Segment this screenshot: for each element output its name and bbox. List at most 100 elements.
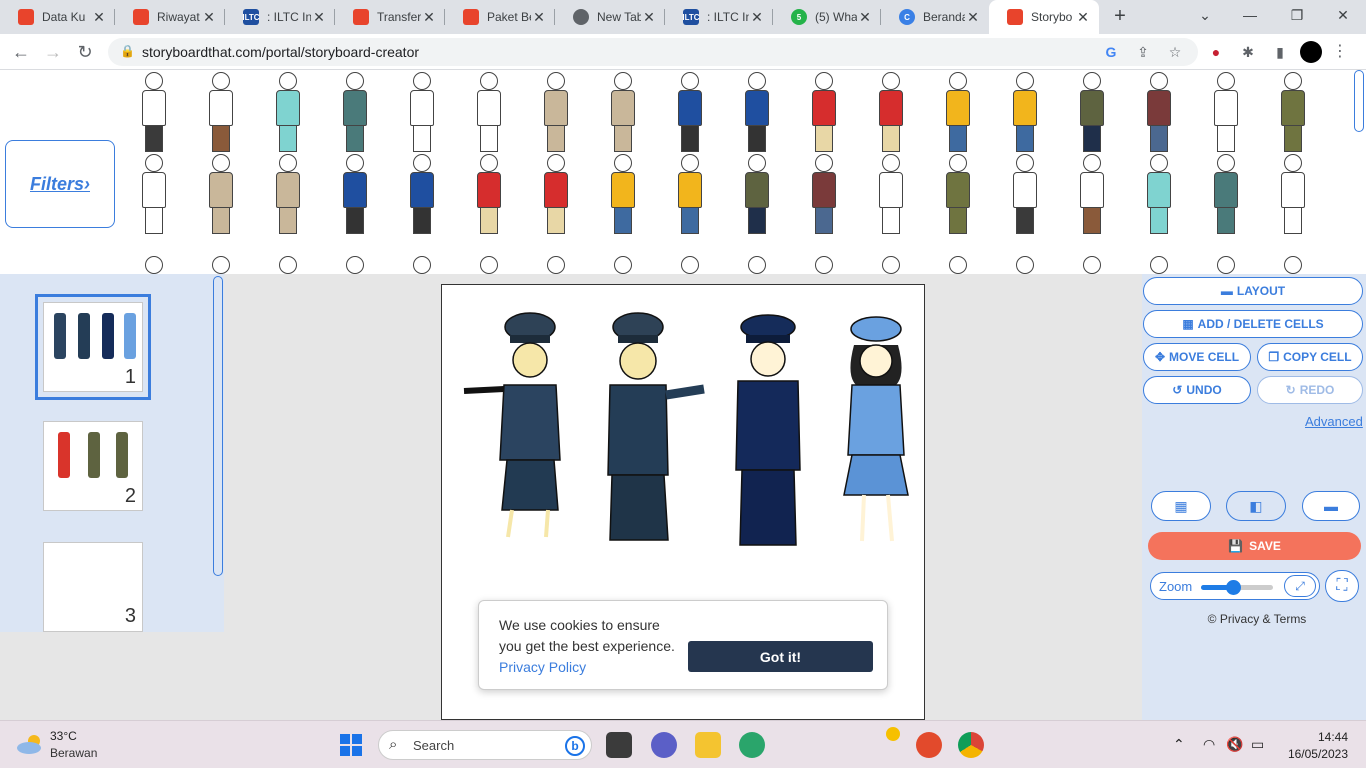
taskbar-search[interactable]: ⌕ Search b bbox=[378, 730, 592, 760]
library-character[interactable] bbox=[1212, 72, 1240, 152]
cell-thumbnail-3[interactable]: 3 bbox=[43, 542, 143, 632]
library-character[interactable] bbox=[341, 154, 369, 234]
privacy-terms-link[interactable]: © Privacy & Terms bbox=[1142, 612, 1366, 626]
library-character[interactable] bbox=[1145, 72, 1173, 152]
edge-browser-icon[interactable] bbox=[739, 732, 765, 758]
thumbnail-scrollbar[interactable] bbox=[213, 276, 223, 576]
new-tab-plus-icon[interactable]: + bbox=[1108, 5, 1132, 29]
task-view-icon[interactable] bbox=[606, 732, 632, 758]
chrome-taskbar-icon[interactable] bbox=[958, 732, 984, 758]
library-character[interactable] bbox=[609, 256, 637, 274]
close-icon[interactable]: ✕ bbox=[1075, 9, 1091, 26]
minimize-icon[interactable]: — bbox=[1235, 4, 1265, 26]
browser-tab[interactable]: Paket Be ✕ bbox=[445, 0, 555, 34]
zoom-slider-track[interactable] bbox=[1201, 580, 1273, 595]
library-character[interactable] bbox=[743, 256, 771, 274]
close-icon[interactable]: ✕ bbox=[641, 9, 657, 26]
library-character[interactable] bbox=[877, 72, 905, 152]
browser-tab[interactable]: Data Ku ✕ bbox=[0, 0, 115, 34]
library-character[interactable] bbox=[1212, 154, 1240, 234]
tab-search-chevron-icon[interactable]: ⌄ bbox=[1190, 4, 1220, 26]
browser-tab[interactable]: C Beranda ✕ bbox=[881, 0, 989, 34]
puzzle-extensions-icon[interactable]: ✱ bbox=[1238, 42, 1258, 62]
library-character[interactable] bbox=[475, 256, 503, 274]
library-character[interactable] bbox=[1078, 256, 1106, 274]
battery-icon[interactable]: ▭ bbox=[1251, 736, 1264, 753]
library-character[interactable] bbox=[810, 256, 838, 274]
privacy-policy-link[interactable]: Privacy Policy bbox=[499, 659, 586, 675]
library-character[interactable] bbox=[676, 72, 704, 152]
library-character[interactable] bbox=[341, 256, 369, 274]
library-character[interactable] bbox=[877, 256, 905, 274]
volume-muted-icon[interactable]: 🔇 bbox=[1226, 736, 1243, 753]
library-character[interactable] bbox=[1011, 154, 1039, 234]
weather-temperature[interactable]: 33°C bbox=[50, 729, 77, 743]
browser-tab[interactable]: 5 (5) What ✕ bbox=[773, 0, 881, 34]
library-scrollbar[interactable] bbox=[1354, 70, 1364, 132]
close-icon[interactable]: ✕ bbox=[749, 9, 765, 26]
menu-kebab-icon[interactable]: ⋮ bbox=[1332, 41, 1348, 61]
single-view-button[interactable]: ▬ bbox=[1302, 491, 1360, 521]
meet-chat-icon[interactable] bbox=[651, 732, 677, 758]
close-icon[interactable]: ✕ bbox=[857, 9, 873, 26]
close-icon[interactable]: ✕ bbox=[91, 9, 107, 26]
library-character[interactable] bbox=[475, 154, 503, 234]
library-character[interactable] bbox=[140, 154, 168, 234]
back-arrow-icon[interactable]: ← bbox=[8, 39, 34, 65]
move-cell-button[interactable]: ✥ MOVE CELL bbox=[1143, 343, 1251, 371]
library-character[interactable] bbox=[609, 154, 637, 234]
forward-arrow-icon[interactable]: → bbox=[40, 39, 66, 65]
cell-thumbnail-2[interactable]: 2 bbox=[43, 421, 143, 511]
browser-tab[interactable]: New Tab ✕ bbox=[555, 0, 665, 34]
library-character[interactable] bbox=[408, 72, 436, 152]
browser-tab[interactable]: ILTC : ILTC In ✕ bbox=[665, 0, 773, 34]
zoom-slider-handle[interactable] bbox=[1226, 580, 1242, 595]
advanced-link[interactable]: Advanced bbox=[1305, 414, 1363, 429]
cell-thumbnail-1[interactable]: 1 bbox=[35, 294, 151, 400]
library-character[interactable] bbox=[1078, 72, 1106, 152]
library-character[interactable] bbox=[810, 154, 838, 234]
split-view-button[interactable]: ◧ bbox=[1226, 491, 1286, 521]
chevron-up-icon[interactable]: ⌃ bbox=[1173, 736, 1185, 753]
library-character[interactable] bbox=[1279, 72, 1307, 152]
redo-button[interactable]: ↻ REDO bbox=[1257, 376, 1363, 404]
library-character[interactable] bbox=[207, 256, 235, 274]
library-character[interactable] bbox=[1145, 256, 1173, 274]
library-character[interactable] bbox=[609, 72, 637, 152]
weather-description[interactable]: Berawan bbox=[50, 746, 97, 760]
windows-start-icon[interactable] bbox=[340, 734, 362, 756]
library-character[interactable] bbox=[341, 72, 369, 152]
close-icon[interactable]: ✕ bbox=[421, 9, 437, 26]
file-explorer-icon[interactable] bbox=[695, 732, 721, 758]
library-character[interactable] bbox=[140, 72, 168, 152]
character-female-pilot[interactable] bbox=[843, 316, 909, 542]
browser-tab[interactable]: Transfer ✕ bbox=[335, 0, 445, 34]
character-male-officer[interactable] bbox=[607, 312, 705, 541]
library-character[interactable] bbox=[810, 72, 838, 152]
window-close-icon[interactable]: ✕ bbox=[1328, 4, 1358, 26]
layout-button[interactable]: ▬ LAYOUT bbox=[1143, 277, 1363, 305]
grid-view-button[interactable]: ▦ bbox=[1151, 491, 1211, 521]
browser-tab-active[interactable]: Storybo ✕ bbox=[989, 0, 1099, 34]
reload-icon[interactable]: ↻ bbox=[72, 39, 98, 65]
library-character[interactable] bbox=[408, 256, 436, 274]
zoom-fit-icon[interactable]: ⤢ bbox=[1284, 575, 1316, 597]
address-bar[interactable]: 🔒 storyboardthat.com/portal/storyboard-c… bbox=[108, 38, 1198, 66]
profile-avatar[interactable] bbox=[1300, 41, 1322, 63]
library-character[interactable] bbox=[274, 256, 302, 274]
browser-tab[interactable]: Riwayat ✕ bbox=[115, 0, 225, 34]
library-character[interactable] bbox=[944, 72, 972, 152]
undo-button[interactable]: ↺ UNDO bbox=[1143, 376, 1251, 404]
clock-date[interactable]: 16/05/2023 bbox=[1282, 747, 1348, 761]
clock-time[interactable]: 14:44 bbox=[1316, 730, 1348, 744]
close-icon[interactable]: ✕ bbox=[311, 9, 327, 26]
library-character[interactable] bbox=[207, 72, 235, 152]
library-character[interactable] bbox=[676, 256, 704, 274]
app-owl-icon[interactable] bbox=[916, 732, 942, 758]
side-panel-icon[interactable]: ▮ bbox=[1270, 42, 1290, 62]
library-character[interactable] bbox=[475, 72, 503, 152]
library-character[interactable] bbox=[207, 154, 235, 234]
library-character[interactable] bbox=[1279, 256, 1307, 274]
library-character[interactable] bbox=[542, 256, 570, 274]
library-character[interactable] bbox=[542, 72, 570, 152]
